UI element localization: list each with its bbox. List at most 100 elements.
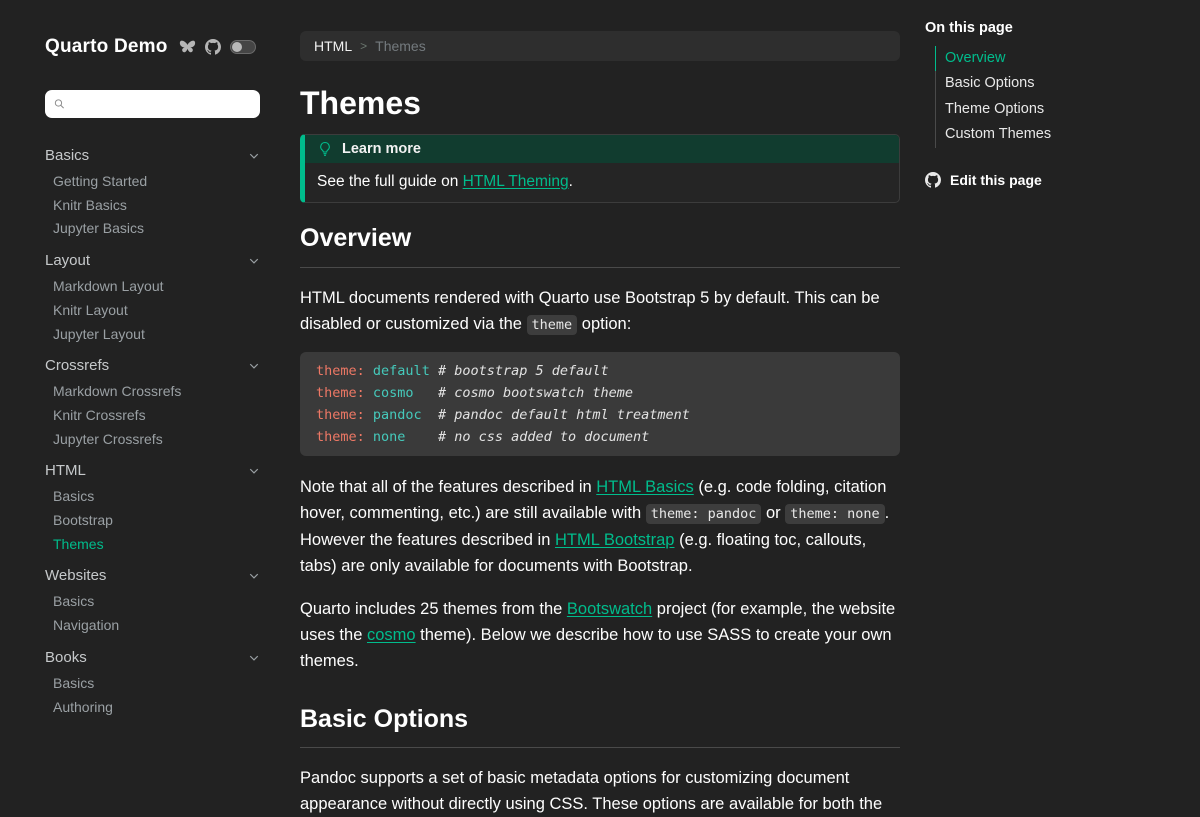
inline-code-theme: theme: [527, 315, 578, 335]
chevron-down-icon: [248, 465, 260, 477]
code-line: theme: pandoc # pandoc default html trea…: [316, 404, 884, 426]
section-heading-overview: Overview: [300, 223, 900, 268]
lightbulb-icon: [317, 141, 333, 157]
toc-item[interactable]: Overview: [935, 46, 1180, 71]
paragraph-text: or: [761, 504, 785, 522]
sidebar-item[interactable]: Themes: [45, 533, 260, 557]
sidebar-section-items: BasicsNavigation: [45, 590, 260, 637]
sidebar-item[interactable]: Getting Started: [45, 170, 260, 194]
breadcrumb-current: Themes: [375, 38, 426, 54]
sidebar-section-label: Layout: [45, 250, 90, 272]
toc-list: OverviewBasic OptionsTheme OptionsCustom…: [935, 46, 1180, 148]
github-icon: [925, 172, 941, 188]
toc-title: On this page: [925, 19, 1180, 37]
sidebar-section: Layout Markdown LayoutKnitr LayoutJupyte…: [45, 250, 260, 346]
callout-text: See the full guide on: [317, 173, 463, 190]
sidebar-item[interactable]: Bootstrap: [45, 509, 260, 533]
chevron-down-icon: [248, 150, 260, 162]
breadcrumb: HTML > Themes: [300, 31, 900, 61]
sidebar-nav: Basics Getting StartedKnitr BasicsJupyte…: [45, 145, 260, 719]
paragraph-4: Pandoc supports a set of basic metadata …: [300, 765, 900, 817]
sidebar-section-items: Markdown CrossrefsKnitr CrossrefsJupyter…: [45, 380, 260, 451]
paragraph-text: Quarto includes 25 themes from the: [300, 600, 567, 618]
inline-code-theme-none: theme: none: [785, 504, 884, 524]
dark-mode-toggle[interactable]: [230, 40, 256, 54]
code-line: theme: cosmo # cosmo bootswatch theme: [316, 382, 884, 404]
bootswatch-link[interactable]: Bootswatch: [567, 600, 652, 618]
sidebar: Quarto Demo Basics Getting StartedKnitr …: [45, 0, 260, 719]
sidebar-section: Basics Getting StartedKnitr BasicsJupyte…: [45, 145, 260, 241]
sidebar-section: HTML BasicsBootstrapThemes: [45, 460, 260, 556]
html-bootstrap-link[interactable]: HTML Bootstrap: [555, 531, 675, 549]
sidebar-section-label: Basics: [45, 145, 89, 167]
sidebar-section-header[interactable]: Websites: [45, 565, 260, 587]
sidebar-item[interactable]: Markdown Crossrefs: [45, 380, 260, 404]
brand-row: Quarto Demo: [45, 36, 260, 58]
sidebar-section-label: Websites: [45, 565, 106, 587]
sidebar-item[interactable]: Navigation: [45, 614, 260, 638]
brand-icons: [179, 39, 256, 55]
chevron-down-icon: [248, 255, 260, 267]
sidebar-item[interactable]: Knitr Basics: [45, 194, 260, 218]
sidebar-item[interactable]: Basics: [45, 485, 260, 509]
sidebar-item[interactable]: Basics: [45, 672, 260, 696]
github-icon[interactable]: [205, 39, 221, 55]
code-line: theme: none # no css added to document: [316, 426, 884, 448]
main-content: HTML > Themes Themes Learn more See the …: [300, 0, 900, 817]
sidebar-section-label: Books: [45, 647, 87, 669]
html-theming-link[interactable]: HTML Theming: [463, 173, 569, 190]
sidebar-section-header[interactable]: Basics: [45, 145, 260, 167]
callout-title: Learn more: [342, 141, 421, 157]
search-input[interactable]: [71, 96, 251, 113]
sidebar-section-items: BasicsBootstrapThemes: [45, 485, 260, 556]
toc-item[interactable]: Theme Options: [936, 97, 1180, 122]
cosmo-link[interactable]: cosmo: [367, 626, 416, 644]
html-basics-link[interactable]: HTML Basics: [596, 478, 694, 496]
paragraph-2: Note that all of the features described …: [300, 474, 900, 579]
section-heading-basic-options: Basic Options: [300, 704, 900, 748]
paragraph-1: HTML documents rendered with Quarto use …: [300, 285, 900, 338]
paragraph-text: option:: [577, 315, 631, 333]
callout-tip: Learn more See the full guide on HTML Th…: [300, 134, 900, 203]
sidebar-item[interactable]: Authoring: [45, 696, 260, 720]
bluesky-butterfly-icon[interactable]: [179, 40, 196, 55]
sidebar-section: Books BasicsAuthoring: [45, 647, 260, 719]
sidebar-item[interactable]: Basics: [45, 590, 260, 614]
sidebar-item[interactable]: Jupyter Basics: [45, 217, 260, 241]
sidebar-item[interactable]: Knitr Crossrefs: [45, 404, 260, 428]
chevron-down-icon: [248, 652, 260, 664]
sidebar-section-header[interactable]: Crossrefs: [45, 355, 260, 377]
search-box[interactable]: [45, 90, 260, 118]
breadcrumb-link-html[interactable]: HTML: [314, 38, 352, 54]
edit-this-page[interactable]: Edit this page: [925, 172, 1180, 188]
sidebar-section-label: Crossrefs: [45, 355, 109, 377]
site-title[interactable]: Quarto Demo: [45, 36, 168, 58]
sidebar-item[interactable]: Markdown Layout: [45, 275, 260, 299]
yaml-code-block: theme: default # bootstrap 5 defaultthem…: [300, 352, 900, 456]
sidebar-item[interactable]: Knitr Layout: [45, 299, 260, 323]
sidebar-section: Crossrefs Markdown CrossrefsKnitr Crossr…: [45, 355, 260, 451]
sidebar-section-header[interactable]: Layout: [45, 250, 260, 272]
callout-body: See the full guide on HTML Theming.: [305, 163, 899, 202]
toggle-knob: [232, 42, 242, 52]
sidebar-section-label: HTML: [45, 460, 86, 482]
paragraph-3: Quarto includes 25 themes from the Boots…: [300, 596, 900, 674]
callout-header: Learn more: [305, 135, 899, 163]
sidebar-section-items: Getting StartedKnitr BasicsJupyter Basic…: [45, 170, 260, 241]
chevron-down-icon: [248, 360, 260, 372]
sidebar-section-header[interactable]: Books: [45, 647, 260, 669]
inline-code-theme-pandoc: theme: pandoc: [646, 504, 762, 524]
toc-item[interactable]: Basic Options: [936, 71, 1180, 96]
sidebar-section-header[interactable]: HTML: [45, 460, 260, 482]
sidebar-section: Websites BasicsNavigation: [45, 565, 260, 637]
breadcrumb-separator: >: [360, 39, 367, 53]
page-title: Themes: [300, 85, 900, 121]
search-icon: [54, 97, 65, 111]
toc-item[interactable]: Custom Themes: [936, 122, 1180, 147]
callout-text-suffix: .: [569, 173, 573, 190]
sidebar-section-items: Markdown LayoutKnitr LayoutJupyter Layou…: [45, 275, 260, 346]
toc-panel: On this page OverviewBasic OptionsTheme …: [925, 19, 1180, 188]
sidebar-item[interactable]: Jupyter Layout: [45, 323, 260, 347]
sidebar-section-items: BasicsAuthoring: [45, 672, 260, 719]
sidebar-item[interactable]: Jupyter Crossrefs: [45, 428, 260, 452]
